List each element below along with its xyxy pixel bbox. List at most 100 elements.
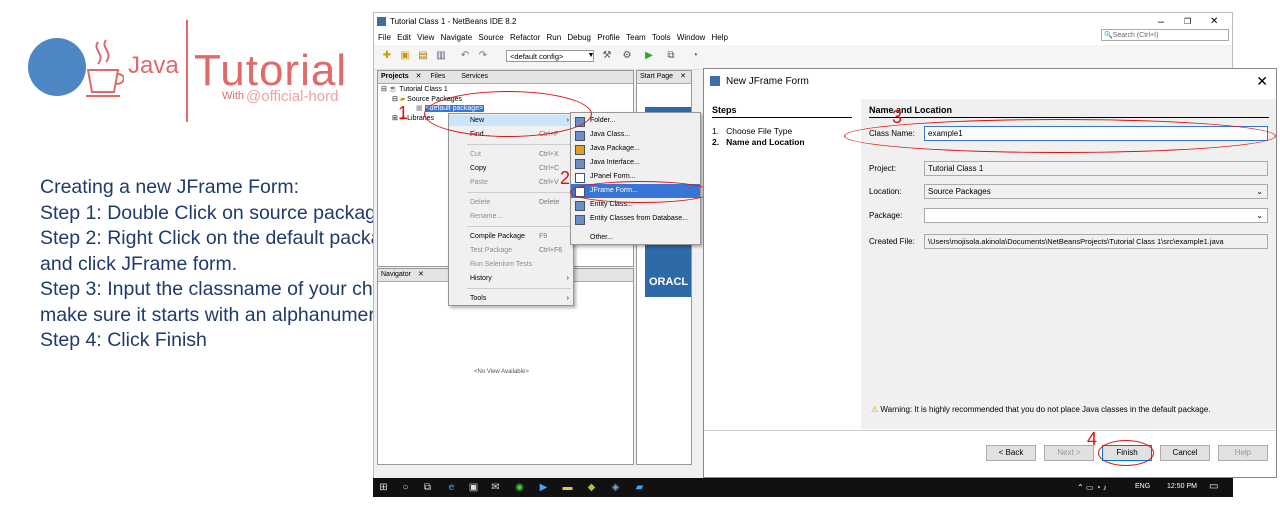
submenu-java-class[interactable]: Java Class... bbox=[571, 128, 700, 142]
mail-icon[interactable]: ✉ bbox=[489, 481, 502, 494]
submenu-entity-classes-db[interactable]: Entity Classes from Database... bbox=[571, 212, 700, 226]
package-label: Package: bbox=[869, 211, 903, 220]
photoshop-icon[interactable]: ▰ bbox=[633, 481, 646, 494]
menu-refactor[interactable]: Refactor bbox=[510, 33, 540, 42]
clock[interactable]: 12:50 PM bbox=[1167, 483, 1197, 490]
profile-icon[interactable]: ◔ bbox=[688, 49, 702, 63]
context-menu: New › Find... Ctrl+F Cut Ctrl+X Copy Ctrl+C … bbox=[448, 113, 574, 306]
submenu-label: Entity Classes from Database... bbox=[590, 215, 689, 222]
annotation-number-1: 1 bbox=[398, 103, 409, 123]
package-select[interactable]: ⌄ bbox=[924, 208, 1268, 223]
config-dropdown-icon[interactable]: ▼ bbox=[584, 49, 598, 63]
menu-item-rename[interactable]: Rename... bbox=[449, 211, 573, 222]
open-project-icon[interactable]: ▤ bbox=[416, 49, 430, 63]
menu-item-selenium[interactable]: Run Selenium Tests bbox=[449, 259, 573, 270]
app-icon[interactable]: ▶ bbox=[537, 481, 550, 494]
save-all-icon[interactable]: ▥ bbox=[434, 49, 448, 63]
project-label: Project: bbox=[869, 164, 897, 173]
config-select[interactable]: <default config> bbox=[506, 50, 594, 62]
undo-icon[interactable]: ↶ bbox=[458, 49, 472, 63]
tab-close-icon[interactable]: ✕ bbox=[680, 73, 686, 80]
menu-item-paste[interactable]: Paste Ctrl+V bbox=[449, 177, 573, 188]
menu-source[interactable]: Source bbox=[478, 33, 503, 42]
menu-team[interactable]: Team bbox=[626, 33, 646, 42]
menu-item-cut[interactable]: Cut Ctrl+X bbox=[449, 149, 573, 160]
menu-item-label: Run Selenium Tests bbox=[470, 261, 533, 268]
task-view-icon[interactable]: ⧉ bbox=[421, 481, 434, 494]
submenu-label: Other... bbox=[590, 234, 613, 241]
new-file-icon[interactable]: ✚ bbox=[380, 49, 394, 63]
tab-close-icon[interactable]: ✕ bbox=[416, 73, 422, 80]
menu-debug[interactable]: Debug bbox=[567, 33, 591, 42]
search-placeholder: Search (Ctrl+I) bbox=[1112, 32, 1159, 39]
menu-item-label: Compile Package bbox=[470, 233, 525, 240]
menu-item-copy[interactable]: Copy Ctrl+C bbox=[449, 163, 573, 174]
package-icon bbox=[575, 145, 585, 155]
menu-file[interactable]: File bbox=[378, 33, 391, 42]
help-button[interactable]: Help bbox=[1218, 445, 1268, 461]
chrome-icon[interactable]: ◉ bbox=[513, 481, 526, 494]
submenu-java-interface[interactable]: Java Interface... bbox=[571, 156, 700, 170]
logo-steem-icon bbox=[28, 38, 86, 96]
no-view-text: <No View Available> bbox=[474, 369, 529, 375]
submenu-other[interactable]: Other... bbox=[571, 231, 700, 245]
step-item-current: 2. Name and Location bbox=[712, 137, 805, 147]
tab-projects[interactable]: Projects bbox=[381, 73, 409, 80]
section-heading: Name and Location bbox=[869, 105, 953, 115]
search-input[interactable]: 🔍Search (Ctrl+I) bbox=[1101, 29, 1229, 41]
menu-item-label: Tools bbox=[470, 295, 487, 302]
location-select[interactable]: Source Packages ⌄ bbox=[924, 184, 1268, 199]
tab-files[interactable]: Files bbox=[430, 73, 445, 80]
store-icon[interactable]: ▣ bbox=[467, 481, 480, 494]
run-icon[interactable]: ▶ bbox=[642, 49, 656, 63]
tab-close-icon[interactable]: ✕ bbox=[418, 271, 424, 278]
dialog-close-icon[interactable]: ✕ bbox=[1256, 73, 1268, 90]
notifications-icon[interactable]: ▭ bbox=[1209, 481, 1218, 492]
start-icon[interactable]: ⊞ bbox=[377, 481, 390, 494]
menu-item-test[interactable]: Test Package Ctrl+F6 bbox=[449, 245, 573, 256]
instruction-line: Creating a new JFrame Form: bbox=[40, 176, 299, 198]
menu-separator bbox=[467, 192, 571, 193]
system-tray-icons[interactable]: ⌃ ▭ ◔ ♪ bbox=[1077, 483, 1107, 492]
menu-profile[interactable]: Profile bbox=[597, 33, 620, 42]
back-button[interactable]: < Back bbox=[986, 445, 1036, 461]
search-icon[interactable]: ○ bbox=[399, 481, 412, 494]
menu-item-shortcut: F9 bbox=[539, 233, 548, 240]
netbeans-taskbar-icon[interactable]: ◈ bbox=[609, 481, 622, 494]
file-explorer-icon[interactable]: ▬ bbox=[561, 481, 574, 494]
menu-separator bbox=[467, 226, 571, 227]
app-icon[interactable]: ◆ bbox=[585, 481, 598, 494]
new-project-icon[interactable]: ▣ bbox=[398, 49, 412, 63]
edge-icon[interactable]: e bbox=[445, 481, 458, 494]
tab-services[interactable]: Services bbox=[461, 73, 488, 80]
menu-item-delete[interactable]: Delete Delete bbox=[449, 197, 573, 208]
submenu-java-package[interactable]: Java Package... bbox=[571, 142, 700, 156]
tree-project[interactable]: ⊟ ☕ Tutorial Class 1 bbox=[381, 85, 448, 94]
menu-item-compile[interactable]: Compile Package F9 bbox=[449, 231, 573, 242]
debug-icon[interactable]: ⧉ bbox=[664, 49, 678, 63]
instruction-line: Step 2: Right Click on the default packa… bbox=[40, 227, 404, 249]
menu-item-history[interactable]: History › bbox=[449, 273, 573, 284]
steps-panel: Steps 1. Choose File Type 2. Name and Lo… bbox=[704, 99, 860, 429]
menu-tools[interactable]: Tools bbox=[652, 33, 671, 42]
cancel-button[interactable]: Cancel bbox=[1160, 445, 1210, 461]
tab-navigator[interactable]: Navigator bbox=[381, 271, 411, 278]
redo-icon[interactable]: ↷ bbox=[476, 49, 490, 63]
steps-heading: Steps bbox=[712, 105, 737, 115]
window-title: Tutorial Class 1 - NetBeans IDE 8.2 bbox=[390, 17, 517, 26]
created-file-label: Created File: bbox=[869, 237, 915, 246]
menu-run[interactable]: Run bbox=[546, 33, 561, 42]
clean-build-icon[interactable]: ⚙ bbox=[620, 49, 634, 63]
new-submenu: Folder... Java Class... Java Package... … bbox=[570, 112, 701, 245]
step-item: 1. Choose File Type bbox=[712, 126, 793, 136]
build-icon[interactable]: ⚒ bbox=[600, 49, 614, 63]
menu-help[interactable]: Help bbox=[712, 33, 728, 42]
tab-start-page[interactable]: Start Page bbox=[640, 73, 673, 80]
warning-icon: ⚠ bbox=[871, 405, 879, 414]
menu-navigate[interactable]: Navigate bbox=[441, 33, 473, 42]
menu-view[interactable]: View bbox=[417, 33, 434, 42]
menu-window[interactable]: Window bbox=[677, 33, 705, 42]
menu-item-tools[interactable]: Tools › bbox=[449, 293, 573, 304]
menu-edit[interactable]: Edit bbox=[397, 33, 411, 42]
language-indicator[interactable]: ENG bbox=[1135, 483, 1150, 490]
